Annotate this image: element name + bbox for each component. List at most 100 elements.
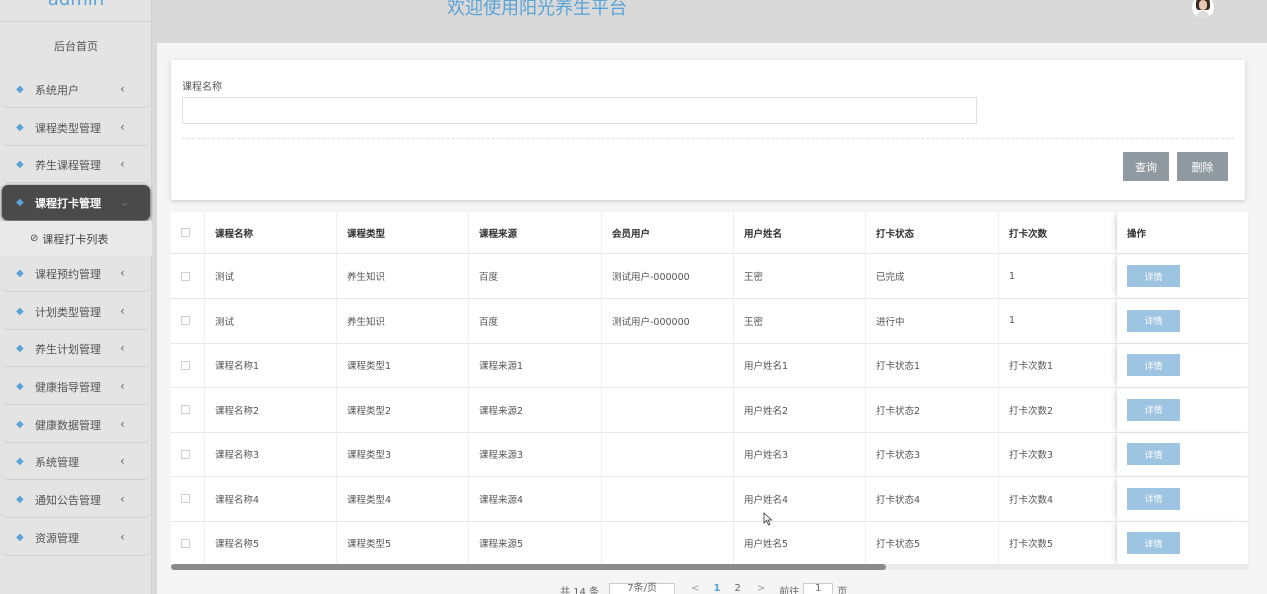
pagination: 共 14 条 7条/页 < 1 2 > 前往 1 页 (560, 583, 847, 594)
chevron-left-icon: ‹ (120, 82, 125, 96)
chevron-left-icon: ‹ (120, 341, 125, 355)
table-row: 课程名称1 课程类型1 课程来源1 用户姓名1 打卡状态1 打卡次数1 详情 (171, 343, 1249, 388)
detail-button[interactable]: 详情 (1127, 354, 1180, 376)
column-header: 打卡次数 (999, 212, 1117, 253)
delete-button[interactable]: 删除 (1177, 152, 1228, 181)
sidebar-item-label: 课程类型管理 (35, 121, 101, 135)
next-page-button[interactable]: > (757, 583, 765, 594)
table-cell: 进行中 (866, 298, 999, 343)
column-header: 会员用户 (602, 212, 734, 253)
sidebar: admin 后台首页 ◆ 系统用户 ‹ ◆ 课程类型管理 ‹ ◆ 养生课程管理 ‹ ◆ 课程打卡管理… (0, 0, 152, 594)
checkbox-cell (171, 343, 205, 387)
table-cell: 测试 (205, 254, 337, 298)
table-cell: 打卡状态3 (866, 432, 999, 476)
detail-button[interactable]: 详情 (1127, 265, 1180, 287)
sidebar-item-course-type[interactable]: ◆ 课程类型管理 ‹ (2, 110, 150, 145)
chevron-left-icon: ‹ (120, 304, 125, 318)
sidebar-item-notice[interactable]: ◆ 通知公告管理 ‹ (2, 482, 150, 517)
table-row: 测试 养生知识 百度 测试用户-000000 王密 进行中 1 详情 (171, 298, 1249, 344)
detail-button[interactable]: 详情 (1127, 309, 1180, 332)
row-checkbox[interactable] (181, 405, 190, 414)
table-cell: 课程类型5 (337, 521, 469, 565)
sidebar-item-system-manage[interactable]: ◆ 系统管理 ‹ (2, 444, 150, 479)
table-cell: 用户姓名5 (734, 521, 866, 565)
sidebar-item-system-user[interactable]: ◆ 系统用户 ‹ (2, 72, 150, 107)
row-checkbox[interactable] (181, 494, 190, 503)
page-size-select[interactable]: 7条/页 (609, 583, 676, 594)
table-cell: 1 (999, 298, 1117, 343)
sidebar-home-link[interactable]: 后台首页 (0, 32, 152, 62)
page-number-2[interactable]: 2 (734, 583, 740, 594)
sidebar-item-course-checkin[interactable]: ◆ 课程打卡管理 ⌄ (2, 185, 150, 220)
column-header: 打卡状态 (866, 212, 999, 253)
sidebar-item-label: 计划类型管理 (35, 305, 101, 319)
action-cell: 详情 (1117, 476, 1249, 521)
row-checkbox[interactable] (181, 316, 190, 325)
sidebar-item-plan-type[interactable]: ◆ 计划类型管理 ‹ (2, 294, 150, 329)
table-cell: 养生知识 (337, 298, 469, 343)
checkbox-cell (171, 521, 205, 565)
row-checkbox[interactable] (181, 538, 190, 548)
diamond-icon: ◆ (16, 532, 24, 543)
table-cell: 养生知识 (337, 254, 469, 298)
submenu-item-checkin-list[interactable]: ⊘ 课程打卡列表 (0, 221, 152, 256)
chevron-left-icon: ‹ (120, 454, 125, 468)
table-cell: 课程类型1 (337, 343, 469, 387)
checkbox-cell (171, 254, 205, 298)
check-circle-icon: ⊘ (30, 233, 39, 244)
detail-button[interactable]: 详情 (1127, 443, 1180, 465)
page-unit-label: 页 (837, 587, 848, 594)
diamond-icon: ◆ (16, 456, 24, 467)
detail-button[interactable]: 详情 (1127, 398, 1180, 421)
course-name-input[interactable] (182, 97, 977, 124)
diamond-icon: ◆ (16, 306, 24, 317)
diamond-icon: ◆ (16, 343, 24, 354)
table-cell: 用户姓名2 (734, 387, 866, 432)
sidebar-item-health-guide[interactable]: ◆ 健康指导管理 ‹ (2, 369, 150, 404)
sidebar-item-health-data[interactable]: ◆ 健康数据管理 ‹ (2, 407, 150, 442)
goto-page-input[interactable]: 1 (803, 583, 834, 594)
table-cell: 课程来源3 (469, 432, 602, 476)
table-cell: 1 (999, 254, 1117, 298)
horizontal-scrollbar[interactable] (171, 564, 1249, 570)
table-cell: 课程类型2 (337, 387, 469, 432)
select-all-checkbox[interactable] (181, 228, 190, 237)
sidebar-item-label: 养生计划管理 (35, 342, 101, 356)
chevron-left-icon: ‹ (120, 417, 125, 431)
logo-divider (0, 21, 152, 22)
detail-button[interactable]: 详情 (1127, 532, 1180, 554)
diamond-icon: ◆ (16, 122, 24, 133)
sidebar-item-resource[interactable]: ◆ 资源管理 ‹ (2, 520, 150, 555)
table-row: 课程名称2 课程类型2 课程来源2 用户姓名2 打卡状态2 打卡次数2 详情 (171, 387, 1249, 433)
table-cell: 测试用户-000000 (602, 254, 734, 298)
row-checkbox[interactable] (181, 449, 190, 459)
scrollbar-thumb[interactable] (171, 564, 886, 570)
table-cell: 打卡状态5 (866, 521, 999, 565)
chevron-left-icon: ‹ (120, 120, 125, 134)
detail-button[interactable]: 详情 (1127, 487, 1180, 510)
row-checkbox[interactable] (181, 360, 190, 370)
page-number-1[interactable]: 1 (713, 583, 720, 594)
table-row: 测试 养生知识 百度 测试用户-000000 王密 已完成 1 详情 (171, 254, 1249, 299)
checkbox-cell (171, 476, 205, 521)
table-cell: 课程名称1 (205, 343, 337, 387)
table-cell: 测试用户-000000 (602, 298, 734, 343)
diamond-icon: ◆ (16, 197, 24, 208)
prev-page-button[interactable]: < (691, 583, 699, 594)
row-checkbox[interactable] (181, 271, 190, 281)
table-header-row: 课程名称 课程类型 课程来源 会员用户 用户姓名 打卡状态 打卡次数 操作 (171, 212, 1249, 254)
checkbox-cell (171, 387, 205, 432)
sidebar-item-health-plan[interactable]: ◆ 养生计划管理 ‹ (2, 331, 150, 366)
sidebar-item-label: 课程打卡管理 (35, 196, 101, 210)
table-cell: 课程来源1 (469, 343, 602, 387)
user-avatar[interactable] (1192, 0, 1214, 18)
table-cell: 百度 (469, 254, 602, 298)
chevron-left-icon: ‹ (120, 157, 125, 171)
column-header: 课程来源 (469, 212, 602, 253)
sidebar-item-course-booking[interactable]: ◆ 课程预约管理 ‹ (2, 256, 150, 291)
pagination-total: 共 14 条 (560, 587, 600, 594)
sidebar-item-health-course[interactable]: ◆ 养生课程管理 ‹ (2, 147, 150, 182)
search-button[interactable]: 查询 (1123, 152, 1169, 181)
search-panel: 课程名称 查询 删除 (171, 60, 1245, 200)
diamond-icon: ◆ (16, 381, 24, 392)
